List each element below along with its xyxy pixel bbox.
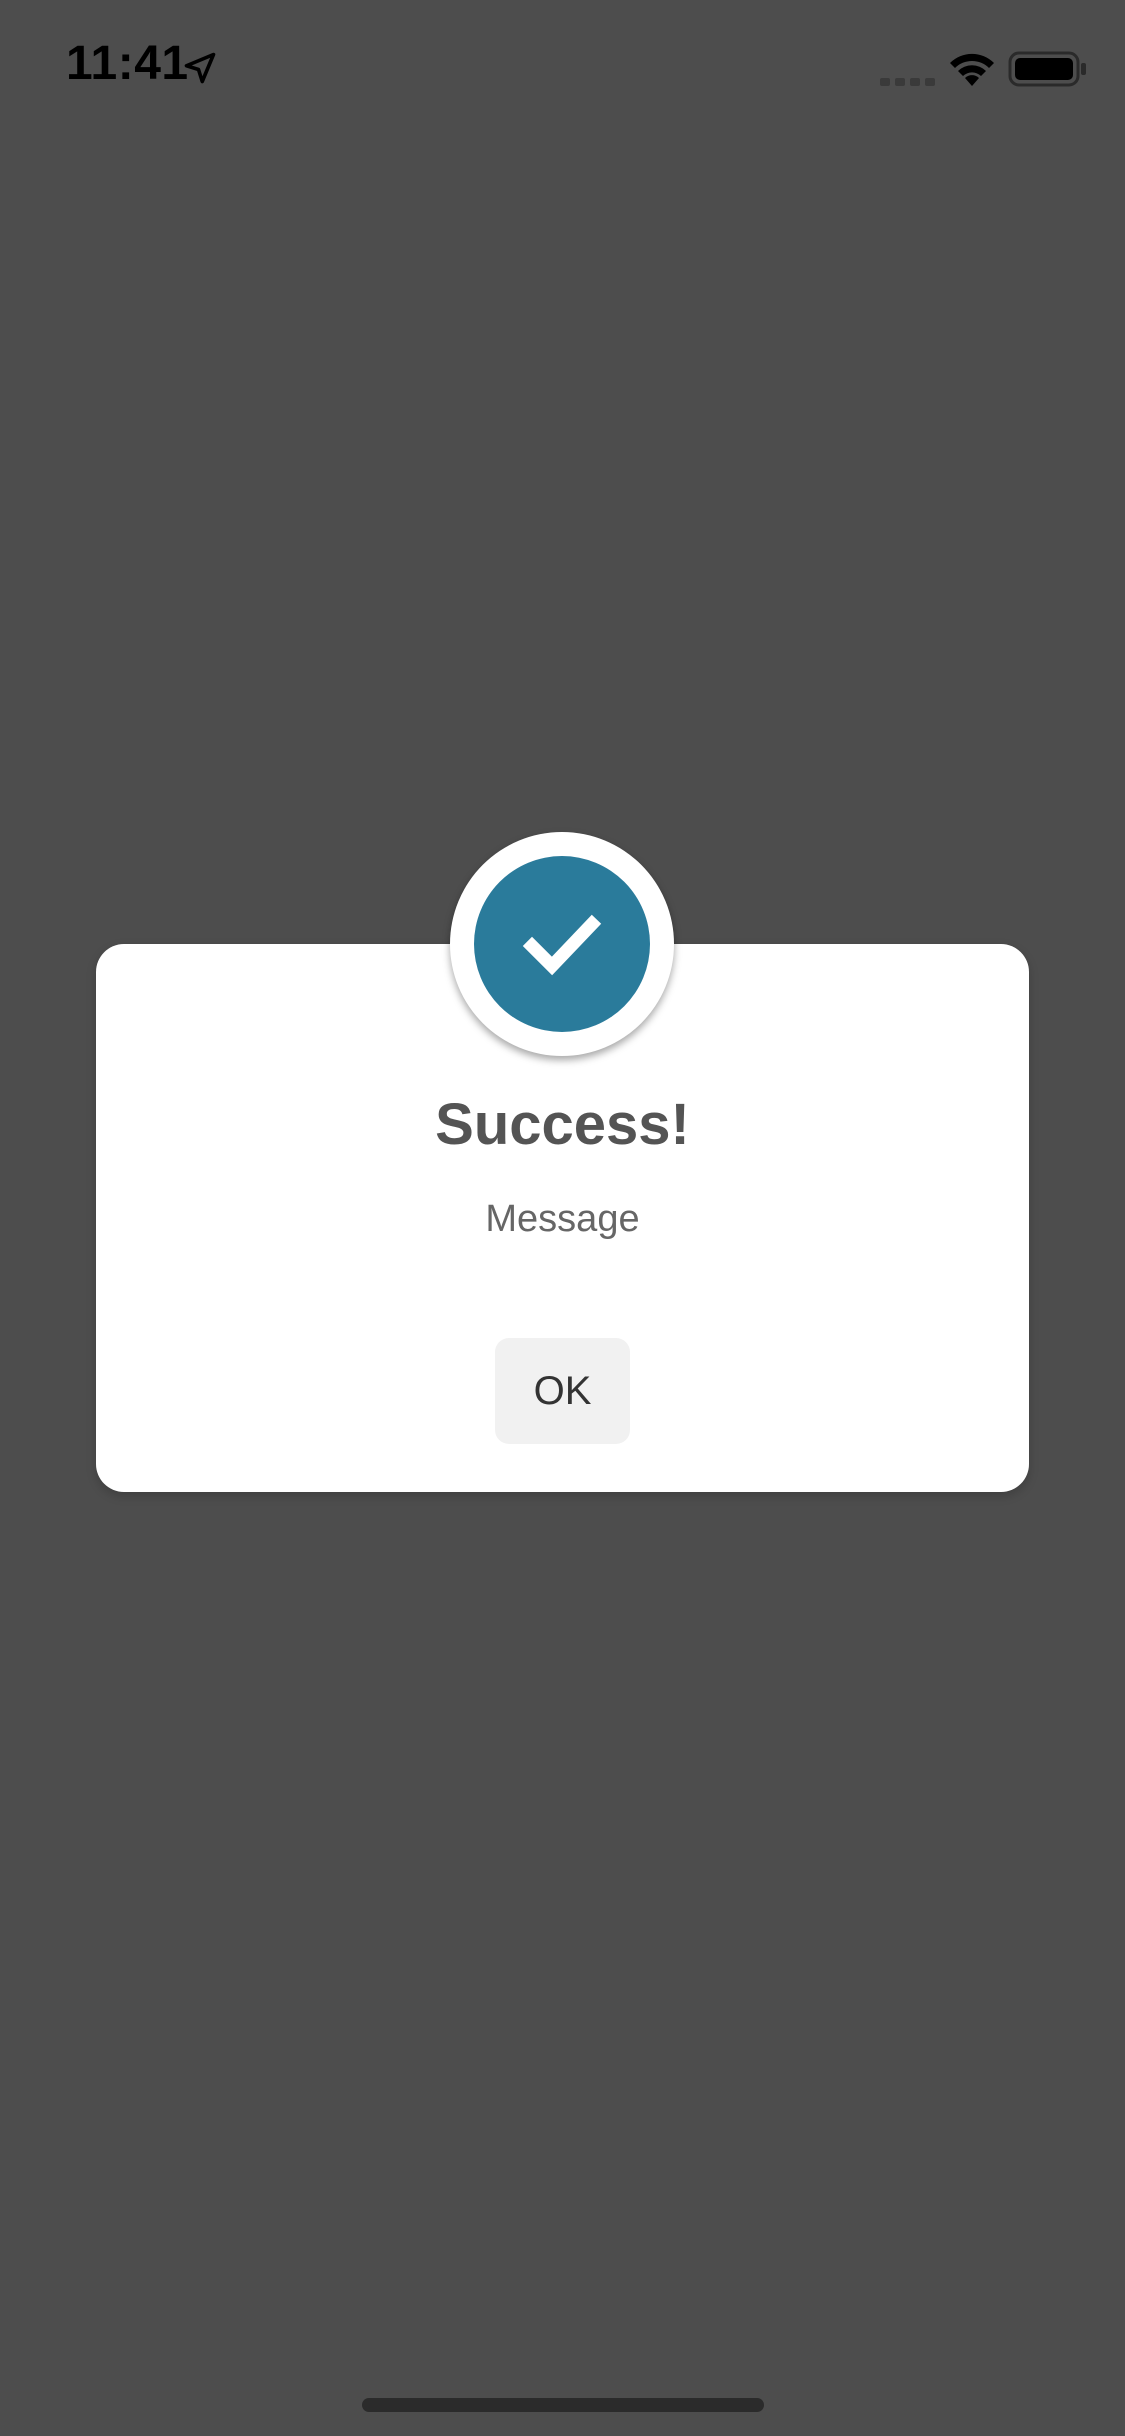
screen: 11:41 Success! Message OK: [0, 0, 1125, 2436]
dialog-title: Success!: [435, 1092, 690, 1157]
battery-icon: [1008, 51, 1086, 87]
dialog-message: Message: [485, 1198, 640, 1240]
success-icon-circle: [474, 856, 650, 1032]
status-bar: 11:41: [0, 0, 1125, 140]
success-icon-badge: [450, 832, 674, 1056]
status-time: 11:41: [66, 37, 189, 90]
wifi-icon: [950, 53, 994, 86]
cellular-signal-icon: [880, 78, 935, 86]
location-arrow-icon: [184, 52, 216, 84]
ok-button[interactable]: OK: [495, 1338, 630, 1444]
checkmark-icon: [522, 914, 602, 976]
home-indicator[interactable]: [362, 2398, 764, 2412]
